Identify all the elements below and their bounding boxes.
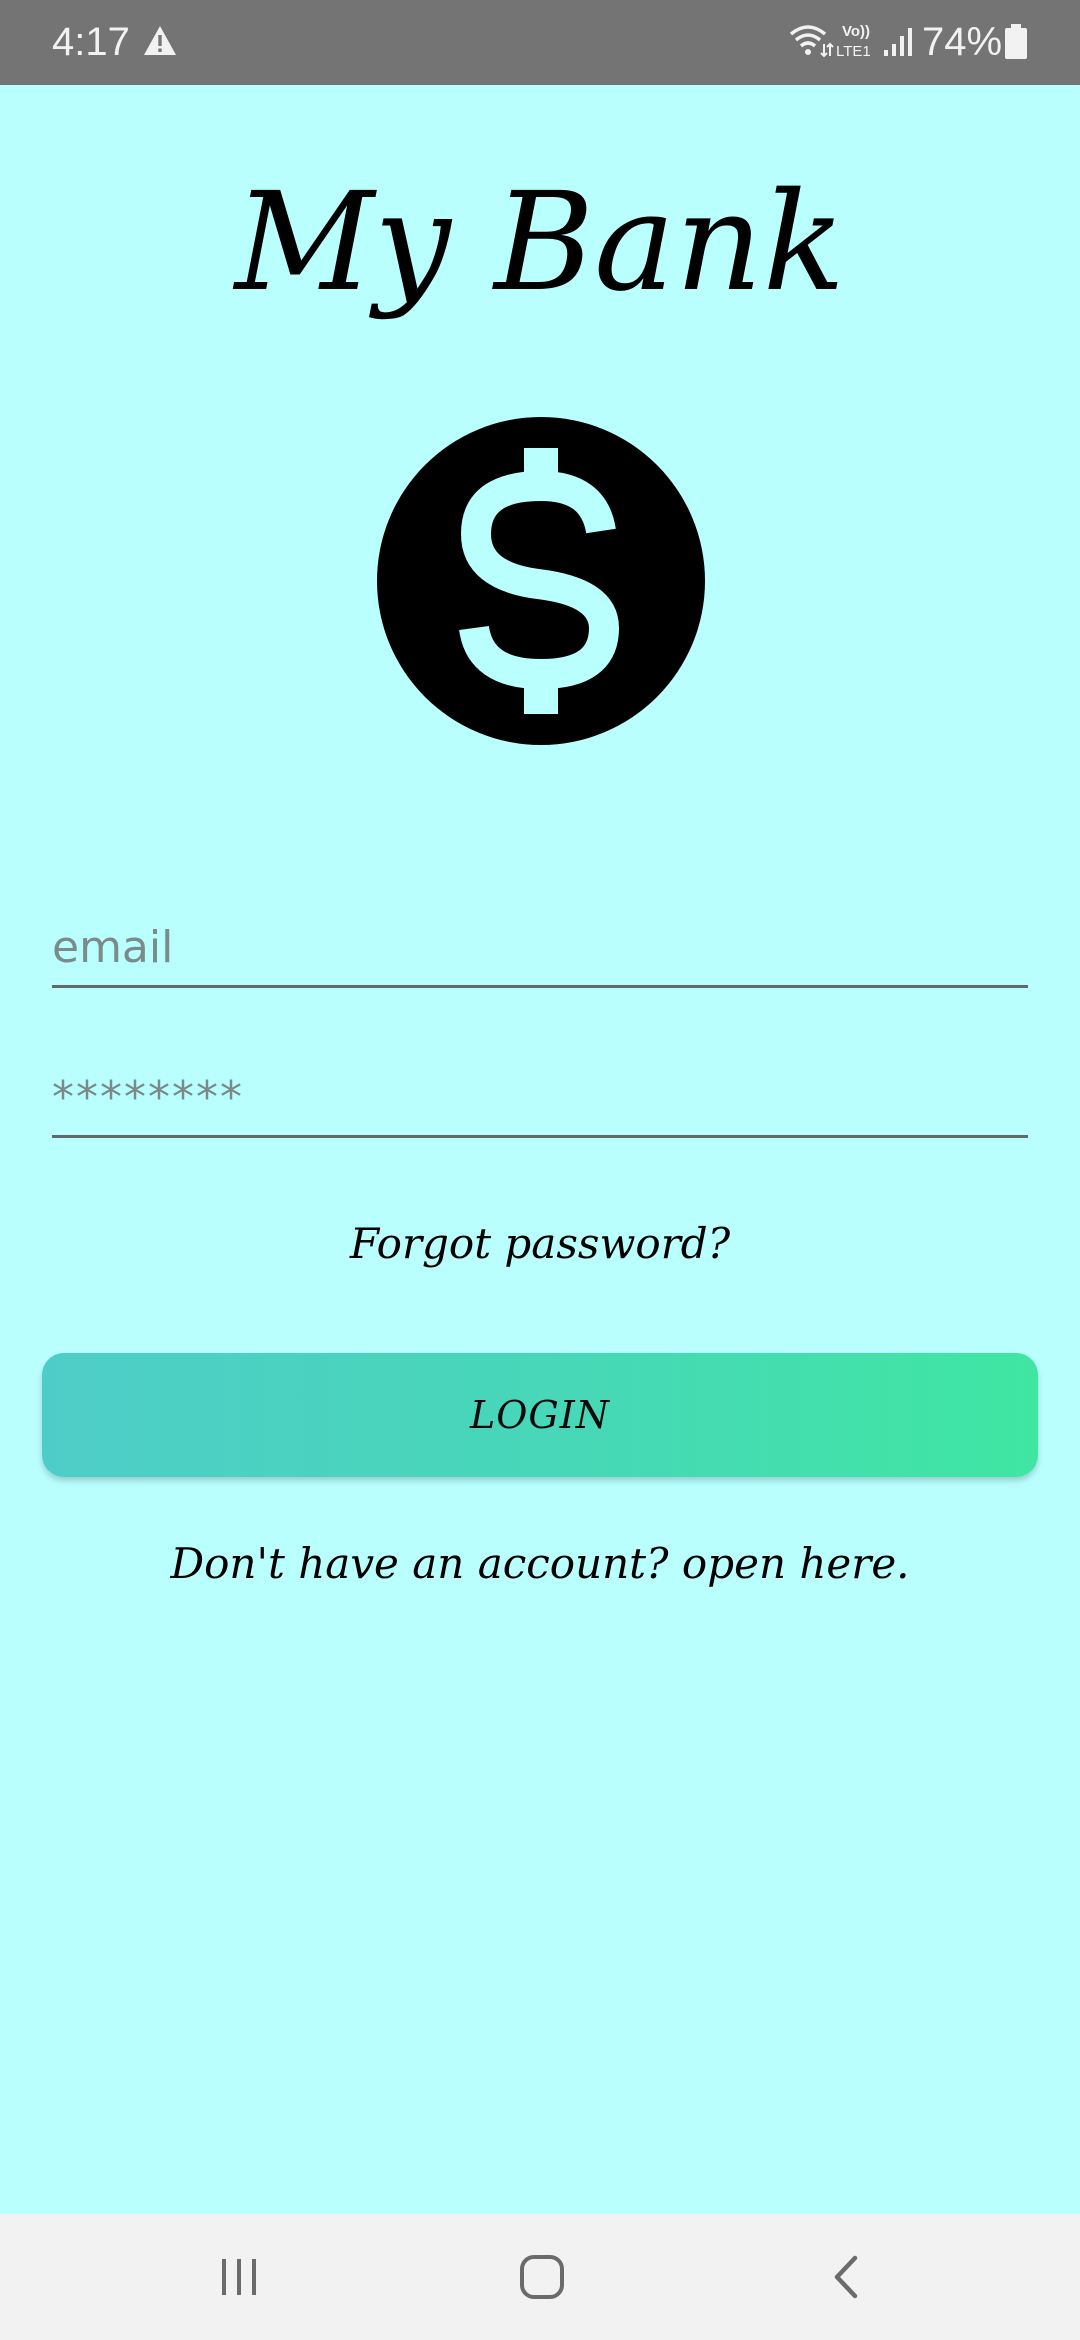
home-icon [520,2255,564,2299]
warning-icon [144,26,176,55]
battery-percent: 74% [922,20,1003,64]
signal-icon [884,28,912,56]
recents-button[interactable] [180,2214,300,2340]
wifi-icon [789,25,834,58]
open-account-link[interactable]: Don't have an account? open here. [0,1534,1080,1594]
email-field[interactable] [52,910,1028,988]
volte-text: Vo)) [842,23,870,40]
back-icon [834,2255,858,2299]
status-time: 4:17 [52,20,130,64]
lte-text: LTE1 [836,43,871,60]
login-button-label: LOGIN [469,1393,610,1437]
battery-icon [1005,24,1027,59]
volte-lte-icon: Vo)) LTE1 [836,23,871,60]
app-title: My Bank [234,164,846,322]
back-button[interactable] [786,2214,906,2340]
home-button[interactable] [482,2214,602,2340]
dollar-sign-icon [377,417,705,745]
recents-icon [222,2259,256,2295]
login-button[interactable]: LOGIN [42,1353,1038,1477]
status-bar: 4:17 Vo)) LTE1 74% [0,0,1080,85]
navigation-bar [0,2214,1080,2340]
password-field[interactable] [52,1060,1028,1138]
forgot-password-link[interactable]: Forgot password? [0,1214,1080,1274]
